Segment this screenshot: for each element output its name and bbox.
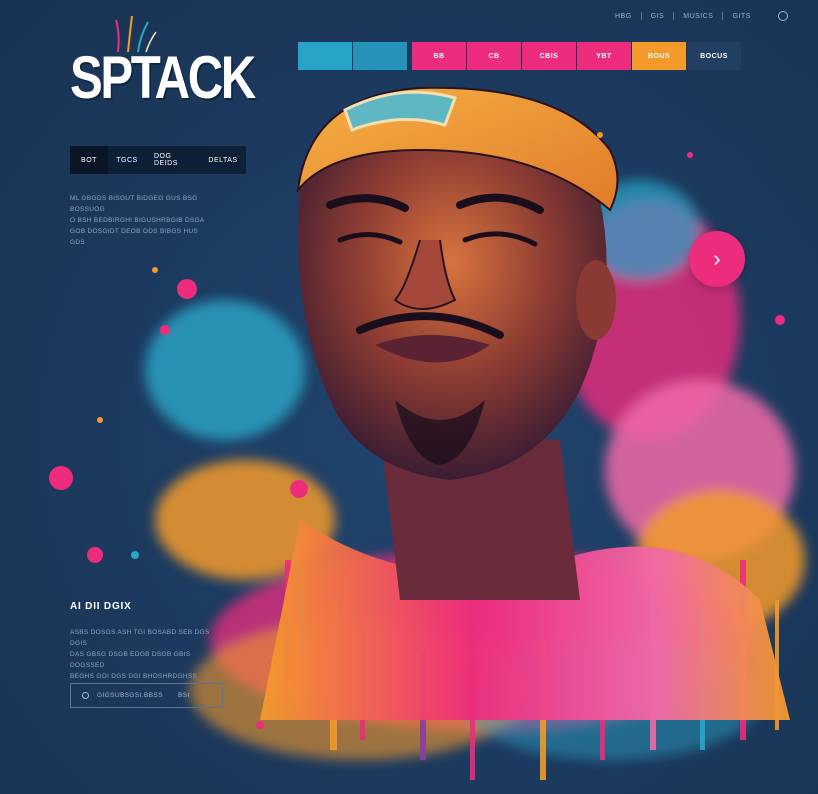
intro-line-2: O BSH BEDBIRGHI BIGUSHRBGIB DSGA — [70, 217, 205, 224]
left-button-3[interactable]: DOG DEIDS — [146, 146, 200, 174]
top-nav-item-2[interactable]: GIS — [642, 13, 674, 20]
user-icon[interactable] — [777, 11, 788, 21]
tab-1[interactable] — [298, 42, 352, 70]
tab-2[interactable] — [353, 42, 407, 70]
top-nav: HBG GIS MUSICS GITS — [606, 11, 788, 21]
intro-text: ML GBGDS BISGUT BIDGEG GUS BSG BOSSUOG O… — [70, 193, 205, 248]
top-nav-item-4[interactable]: GITS — [723, 13, 759, 20]
section-title: AI DII DGIX — [70, 601, 132, 612]
left-button-2[interactable]: TGCS — [108, 146, 146, 174]
left-button-1[interactable]: BOT — [70, 146, 108, 174]
tab-7[interactable]: BOUS — [632, 42, 686, 70]
section-line-1: ASBS DOSGS ASH TGI BOSABD SEB DGS DGIS — [70, 629, 210, 647]
tab-bar: BB CB CBIS YBT BOUS BOCUS — [298, 42, 741, 70]
left-button-group: BOT TGCS DOG DEIDS DELTAS — [70, 146, 246, 174]
cta-tag[interactable]: BSI — [178, 692, 190, 699]
tab-3[interactable]: BB — [412, 42, 466, 70]
tab-5[interactable]: CBIS — [522, 42, 576, 70]
brand-logo[interactable]: SPTACK — [70, 48, 256, 108]
intro-line-3: GOB DOSGIDT DEOB ODS BIBGS HUS GDS — [70, 228, 199, 246]
section-line-2: DAS GBSG DSGB EDGB DSGB GBIS DOGSSED — [70, 651, 191, 669]
cta-field[interactable]: GIGSUBSGSI.BBSS BSI — [70, 683, 223, 708]
section-body: ASBS DOSGS ASH TGI BOSABD SEB DGS DGIS D… — [70, 627, 220, 682]
top-nav-item-3[interactable]: MUSICS — [674, 13, 722, 20]
tab-4[interactable]: CB — [467, 42, 521, 70]
next-arrow-button[interactable]: › — [689, 231, 745, 287]
tab-6[interactable]: YBT — [577, 42, 631, 70]
page: SPTACK HBG GIS MUSICS GITS BB CB CBIS YB… — [0, 0, 818, 794]
top-nav-item-1[interactable]: HBG — [606, 13, 641, 20]
section-line-3: BEGHS GOI DGS DGI BHOSHRDGHSS — [70, 673, 198, 680]
left-button-4[interactable]: DELTAS — [200, 146, 246, 174]
cta-label: GIGSUBSGSI.BBSS — [97, 692, 163, 699]
tab-8[interactable]: BOCUS — [687, 42, 741, 70]
intro-line-1: ML GBGDS BISGUT BIDGEG GUS BSG BOSSUOG — [70, 195, 198, 213]
circle-icon — [82, 692, 89, 699]
